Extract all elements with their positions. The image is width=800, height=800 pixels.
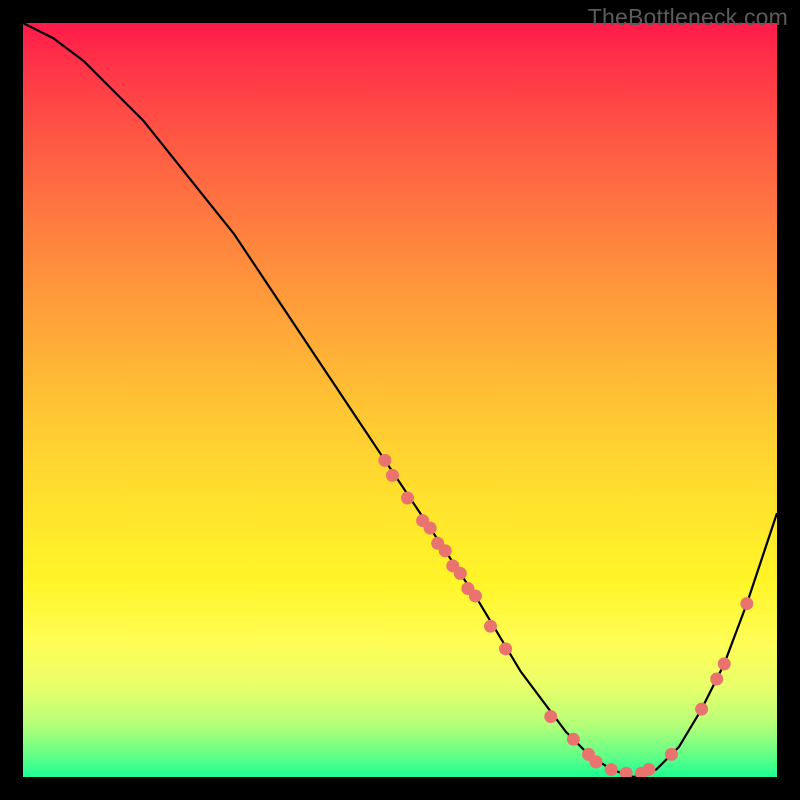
watermark-text: TheBottleneck.com — [588, 4, 788, 31]
curve-markers — [378, 454, 753, 777]
curve-marker — [695, 703, 708, 716]
curve-marker — [424, 522, 437, 535]
curve-marker — [454, 567, 467, 580]
chart-container: TheBottleneck.com — [0, 0, 800, 800]
curve-marker — [469, 590, 482, 603]
curve-marker — [386, 469, 399, 482]
curve-marker — [401, 492, 414, 505]
curve-marker — [710, 672, 723, 685]
curve-marker — [665, 748, 678, 761]
curve-marker — [620, 767, 633, 777]
curve-marker — [718, 657, 731, 670]
curve-marker — [378, 454, 391, 467]
curve-marker — [567, 733, 580, 746]
bottleneck-curve — [23, 23, 777, 777]
curve-marker — [590, 755, 603, 768]
curve-marker — [484, 620, 497, 633]
curve-layer — [23, 23, 777, 777]
curve-marker — [544, 710, 557, 723]
curve-marker — [740, 597, 753, 610]
curve-marker — [642, 763, 655, 776]
curve-marker — [439, 544, 452, 557]
curve-marker — [499, 642, 512, 655]
curve-marker — [605, 763, 618, 776]
